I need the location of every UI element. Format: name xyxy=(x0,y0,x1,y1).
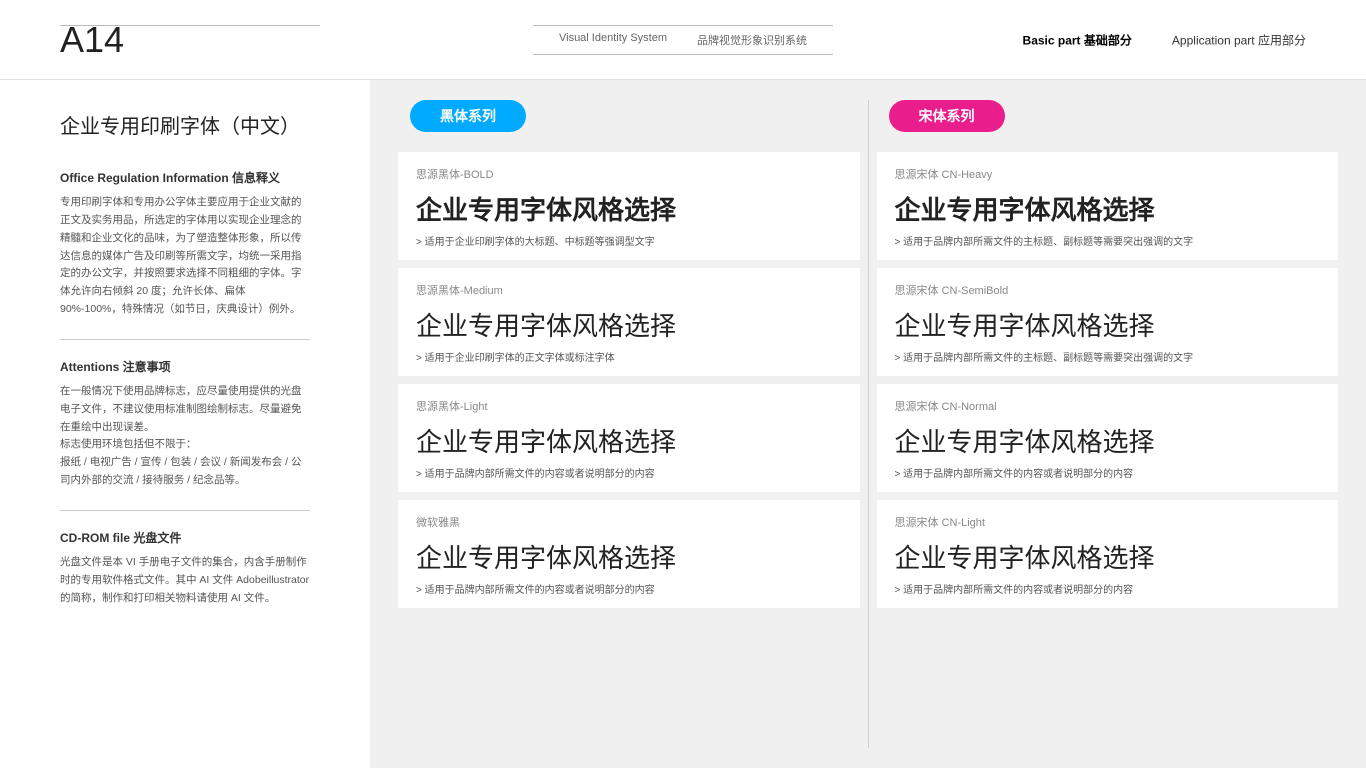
header: A14 Visual Identity System 品牌视觉形象识别系统 Ba… xyxy=(0,0,1366,80)
sidebar: 企业专用印刷字体（中文） Office Regulation Informati… xyxy=(0,80,370,768)
header-center-text: Visual Identity System 品牌视觉形象识别系统 xyxy=(559,32,807,48)
sidebar-title: 企业专用印刷字体（中文） xyxy=(60,110,310,139)
songti-card-cn-light: 思源宋体 CN-Light 企业专用字体风格选择 适用于品牌内部所需文件的内容或… xyxy=(877,500,1339,608)
songti-cn-light-sample: 企业专用字体风格选择 xyxy=(895,538,1321,575)
col-songti: 宋体系列 思源宋体 CN-Heavy 企业专用字体风格选择 适用于品牌内部所需文… xyxy=(868,100,1347,748)
sidebar-divider-2 xyxy=(60,510,310,511)
sidebar-section-cdrom: CD-ROM file 光盘文件 光盘文件是本 VI 手册电子文件的集合，内含手… xyxy=(60,529,310,608)
vis-label: Visual Identity System xyxy=(559,32,667,48)
songti-normal-name: 思源宋体 CN-Normal xyxy=(895,398,1321,414)
app-part-label: Application part 应用部分 xyxy=(1172,31,1306,48)
sidebar-section-office-heading: Office Regulation Information 信息释义 xyxy=(60,169,310,186)
songti-cn-light-desc: 适用于品牌内部所需文件的内容或者说明部分的内容 xyxy=(895,581,1321,596)
songti-semibold-name: 思源宋体 CN-SemiBold xyxy=(895,282,1321,298)
col-heiti-header: 黑体系列 xyxy=(390,100,868,148)
songti-semibold-desc: 适用于品牌内部所需文件的主标题、副标题等需要突出强调的文字 xyxy=(895,349,1321,364)
sidebar-divider-1 xyxy=(60,339,310,340)
brand-label: 品牌视觉形象识别系统 xyxy=(697,32,807,48)
songti-normal-desc: 适用于品牌内部所需文件的内容或者说明部分的内容 xyxy=(895,465,1321,480)
heiti-light-name: 思源黑体-Light xyxy=(416,398,842,414)
sidebar-section-attentions-text: 在一般情况下使用品牌标志，应尽量使用提供的光盘电子文件，不建议使用标准制图绘制标… xyxy=(60,383,310,490)
songti-heavy-sample: 企业专用字体风格选择 xyxy=(895,190,1321,227)
page-id: A14 xyxy=(60,19,124,61)
songti-cards: 思源宋体 CN-Heavy 企业专用字体风格选择 适用于品牌内部所需文件的主标题… xyxy=(869,148,1347,748)
header-center: Visual Identity System 品牌视觉形象识别系统 xyxy=(533,25,833,55)
heiti-bold-name: 思源黑体-BOLD xyxy=(416,166,842,182)
main: 企业专用印刷字体（中文） Office Regulation Informati… xyxy=(0,80,1366,768)
heiti-bold-sample: 企业专用字体风格选择 xyxy=(416,190,842,227)
heiti-bold-desc: 适用于企业印刷字体的大标题、中标题等强调型文字 xyxy=(416,233,842,248)
songti-card-heavy: 思源宋体 CN-Heavy 企业专用字体风格选择 适用于品牌内部所需文件的主标题… xyxy=(877,152,1339,260)
header-center-top-line xyxy=(533,25,833,26)
sidebar-section-attentions: Attentions 注意事项 在一般情况下使用品牌标志，应尽量使用提供的光盘电… xyxy=(60,358,310,490)
heiti-light-desc: 适用于品牌内部所需文件的内容或者说明部分的内容 xyxy=(416,465,842,480)
songti-card-normal: 思源宋体 CN-Normal 企业专用字体风格选择 适用于品牌内部所需文件的内容… xyxy=(877,384,1339,492)
songti-semibold-sample: 企业专用字体风格选择 xyxy=(895,306,1321,343)
header-right: Basic part 基础部分 Application part 应用部分 xyxy=(1023,31,1306,48)
badge-songti: 宋体系列 xyxy=(889,100,1005,132)
heiti-light-sample: 企业专用字体风格选择 xyxy=(416,422,842,459)
basic-part-label: Basic part 基础部分 xyxy=(1023,31,1132,48)
badge-heiti: 黑体系列 xyxy=(410,100,526,132)
heiti-cards: 思源黑体-BOLD 企业专用字体风格选择 适用于企业印刷字体的大标题、中标题等强… xyxy=(390,148,868,748)
sidebar-section-cdrom-text: 光盘文件是本 VI 手册电子文件的集合，内含手册制作时的专用软件格式文件。其中 … xyxy=(60,554,310,608)
songti-heavy-name: 思源宋体 CN-Heavy xyxy=(895,166,1321,182)
heiti-card-bold: 思源黑体-BOLD 企业专用字体风格选择 适用于企业印刷字体的大标题、中标题等强… xyxy=(398,152,860,260)
header-center-bottom-line xyxy=(533,54,833,55)
heiti-medium-desc: 适用于企业印刷字体的正文字体或标注字体 xyxy=(416,349,842,364)
sidebar-section-office: Office Regulation Information 信息释义 专用印刷字… xyxy=(60,169,310,319)
heiti-medium-name: 思源黑体-Medium xyxy=(416,282,842,298)
heiti-medium-sample: 企业专用字体风格选择 xyxy=(416,306,842,343)
songti-cn-light-name: 思源宋体 CN-Light xyxy=(895,514,1321,530)
songti-card-semibold: 思源宋体 CN-SemiBold 企业专用字体风格选择 适用于品牌内部所需文件的… xyxy=(877,268,1339,376)
songti-normal-sample: 企业专用字体风格选择 xyxy=(895,422,1321,459)
sidebar-section-cdrom-heading: CD-ROM file 光盘文件 xyxy=(60,529,310,546)
heiti-msyh-desc: 适用于品牌内部所需文件的内容或者说明部分的内容 xyxy=(416,581,842,596)
content-area: 黑体系列 思源黑体-BOLD 企业专用字体风格选择 适用于企业印刷字体的大标题、… xyxy=(370,80,1366,768)
col-heiti: 黑体系列 思源黑体-BOLD 企业专用字体风格选择 适用于企业印刷字体的大标题、… xyxy=(390,100,868,748)
sidebar-section-office-text: 专用印刷字体和专用办公字体主要应用于企业文献的正文及实务用品，所选定的字体用以实… xyxy=(60,194,310,319)
heiti-msyh-name: 微软雅黑 xyxy=(416,514,842,530)
heiti-card-msyh: 微软雅黑 企业专用字体风格选择 适用于品牌内部所需文件的内容或者说明部分的内容 xyxy=(398,500,860,608)
col-songti-header: 宋体系列 xyxy=(869,100,1347,148)
heiti-msyh-sample: 企业专用字体风格选择 xyxy=(416,538,842,575)
sidebar-section-attentions-heading: Attentions 注意事项 xyxy=(60,358,310,375)
heiti-card-medium: 思源黑体-Medium 企业专用字体风格选择 适用于企业印刷字体的正文字体或标注… xyxy=(398,268,860,376)
songti-heavy-desc: 适用于品牌内部所需文件的主标题、副标题等需要突出强调的文字 xyxy=(895,233,1321,248)
heiti-card-light: 思源黑体-Light 企业专用字体风格选择 适用于品牌内部所需文件的内容或者说明… xyxy=(398,384,860,492)
